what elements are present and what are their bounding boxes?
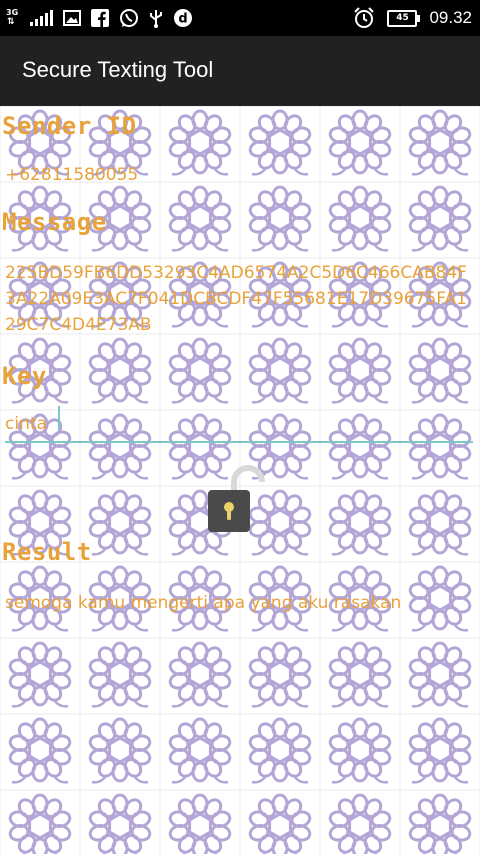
result-value: semoga kamu mengerti apa yang aku rasaka… [5,593,402,613]
dictionary-icon: d [174,9,192,27]
signal-icon [30,10,53,26]
key-input-underline [5,441,473,443]
network-type-label: 3G [6,8,19,17]
main-content[interactable]: Sender ID +62811580055 Message 225BD59FB… [0,106,480,854]
app-title: Secure Texting Tool [22,57,214,82]
data-activity-arrows: ⇅ [7,17,15,27]
text-cursor [58,406,60,430]
status-clock: 09.32 [429,8,472,27]
battery-icon: 45 [387,9,421,27]
image-icon [63,10,81,26]
message-value: 225BD59FB6DD53293C4AD6574A2C5D6C466CAB84… [5,263,467,335]
decrypt-lock-button[interactable] [206,462,270,534]
app-bar: Secure Texting Tool [0,36,480,106]
alarm-icon [354,7,375,28]
key-label: Key [2,362,47,390]
facebook-icon [91,9,109,27]
lock-open-icon [208,465,265,532]
sender-id-label: Sender ID [2,112,137,140]
network-type-icon: 3G ⇅ [6,8,20,28]
key-input[interactable] [5,404,473,444]
battery-level: 45 [396,12,409,23]
sender-id-value: +62811580055 [5,165,139,185]
status-bar: 3G ⇅ d 45 09.32 [0,0,480,36]
result-label: Result [2,538,92,566]
svg-text:d: d [178,12,187,27]
whatsapp-icon [120,9,138,27]
message-label: Message [2,208,107,236]
usb-icon [150,10,162,28]
